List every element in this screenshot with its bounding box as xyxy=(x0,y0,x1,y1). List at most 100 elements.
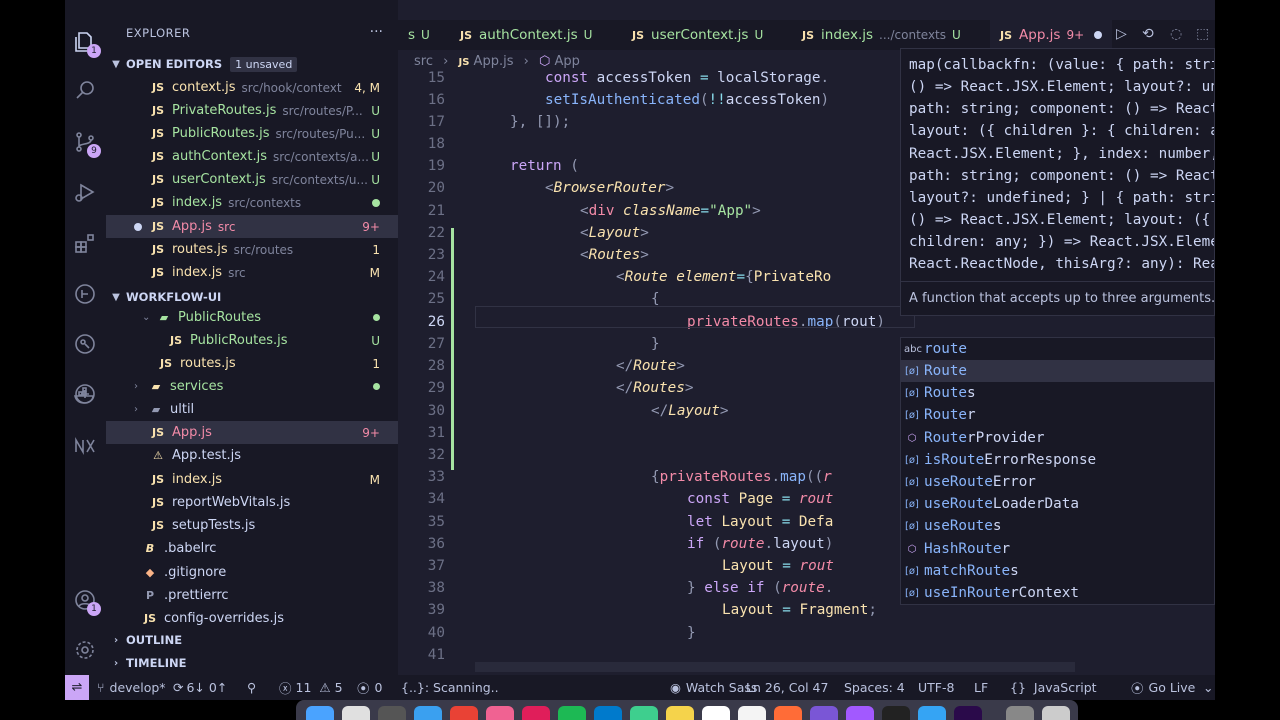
tree-file[interactable]: ◆ .gitignore xyxy=(106,561,398,584)
figma-icon[interactable] xyxy=(846,706,874,720)
slack-icon[interactable] xyxy=(522,706,550,720)
run-debug-icon[interactable] xyxy=(71,178,99,206)
open-editor-item[interactable]: JS PublicRoutes.js src/routes/Pu... U xyxy=(106,122,398,145)
suggestion-item[interactable]: [ø] isRouteErrorResponse react-ro xyxy=(901,449,1214,471)
suggestion-item-selected[interactable]: [ø] Route xyxy=(901,360,1214,382)
suggestion-item[interactable]: [ø] Router react-ro xyxy=(901,404,1214,426)
indentation[interactable]: Spaces: 4 xyxy=(844,675,905,700)
safari-icon[interactable] xyxy=(414,706,442,720)
open-editor-item[interactable]: JS userContext.js src/contexts/u... U xyxy=(106,168,398,191)
chrome-icon[interactable] xyxy=(450,706,478,720)
tree-folder[interactable]: › ▰ services xyxy=(106,375,398,398)
postman-icon[interactable] xyxy=(774,706,802,720)
suggestion-item[interactable]: abc route xyxy=(901,338,1214,360)
tree-file[interactable]: B .babelrc xyxy=(106,537,398,560)
photos-icon[interactable] xyxy=(486,706,514,720)
tree-file[interactable]: JS setupTests.js xyxy=(106,514,398,537)
remote-explorer-icon[interactable] xyxy=(71,330,99,358)
encoding[interactable]: UTF-8 xyxy=(918,675,954,700)
suggestion-item[interactable]: ⬡ RouterProvider react-ro xyxy=(901,427,1214,449)
terminal-icon[interactable] xyxy=(882,706,910,720)
open-editor-item[interactable]: JS index.js src M xyxy=(106,261,398,284)
remote-indicator-icon[interactable]: ⇌ xyxy=(65,675,89,700)
open-editor-item[interactable]: JS routes.js src/routes 1 xyxy=(106,238,398,261)
unsaved-dot-icon[interactable] xyxy=(134,222,142,231)
tree-file[interactable]: P .prettierrc xyxy=(106,584,398,607)
breadcrumb-symbol[interactable]: App xyxy=(554,54,579,69)
suggestion-item[interactable]: [ø] useRouteError react-ro xyxy=(901,471,1214,493)
tree-file[interactable]: JS PublicRoutes.js U xyxy=(106,329,398,352)
search-icon[interactable] xyxy=(71,76,99,104)
app-icon[interactable] xyxy=(918,706,946,720)
workspace-header[interactable]: ▼ WORKFLOW-UI xyxy=(106,286,398,308)
git-graph-icon[interactable] xyxy=(71,280,99,308)
tab-partial[interactable]: s U xyxy=(398,20,440,50)
cursor-position[interactable]: Ln 26, Col 47 xyxy=(746,675,828,700)
problems-indicator[interactable]: ⓧ 11 ⚠ 5 xyxy=(279,675,343,700)
tree-file[interactable]: JS index.js M xyxy=(106,468,398,491)
tree-file[interactable]: JS routes.js 1 xyxy=(106,352,398,375)
launchpad-icon[interactable] xyxy=(342,706,370,720)
source-control-icon[interactable]: 9 xyxy=(71,128,101,158)
run-icon[interactable]: ▷ xyxy=(1116,26,1127,42)
tab-authcontext[interactable]: JS authContext.js U xyxy=(450,20,602,50)
reminders-icon[interactable] xyxy=(702,706,730,720)
settings-gear-icon[interactable] xyxy=(71,636,99,664)
premiere-icon[interactable] xyxy=(954,706,982,720)
notes-icon[interactable] xyxy=(666,706,694,720)
unsaved-dot-icon[interactable] xyxy=(1094,31,1103,39)
breadcrumb-src[interactable]: src xyxy=(414,54,433,69)
outline-header[interactable]: › OUTLINE xyxy=(106,629,398,651)
account-icon[interactable]: 1 xyxy=(71,586,101,616)
settings-icon[interactable] xyxy=(378,706,406,720)
downloads-icon[interactable] xyxy=(1006,706,1034,720)
tab-index[interactable]: JS index.js .../contexts U xyxy=(792,20,971,50)
suggestion-item[interactable]: [ø] useRouteLoaderData react-ro xyxy=(901,493,1214,515)
go-live-button[interactable]: ⦿ Go Live xyxy=(1131,675,1195,700)
timeline-header[interactable]: › TIMELINE xyxy=(106,652,398,674)
tab-usercontext[interactable]: JS userContext.js U xyxy=(622,20,773,50)
split-icon[interactable]: ⬚ xyxy=(1196,26,1209,42)
scanning-status[interactable]: {..}: Scanning.. xyxy=(401,675,499,700)
notion-icon[interactable] xyxy=(738,706,766,720)
sync-indicator[interactable]: ⟳ 6↓ 0↑ xyxy=(173,675,227,700)
explorer-icon[interactable]: 1 xyxy=(71,28,101,58)
publish-icon[interactable]: ⚲ xyxy=(247,675,256,700)
docker-icon[interactable] xyxy=(71,382,99,410)
suggestion-item[interactable]: [ø] useInRouterContext react-ro xyxy=(901,582,1214,604)
suggestion-item[interactable]: ⬡ HashRouter react-ro xyxy=(901,538,1214,560)
open-editors-header[interactable]: ▼ OPEN EDITORS 1 unsaved xyxy=(106,53,398,75)
ports-indicator[interactable]: ⦿ 0 xyxy=(357,675,382,700)
end-of-line[interactable]: LF xyxy=(974,675,988,700)
suggestion-item[interactable]: [ø] matchRoutes react-ro xyxy=(901,560,1214,582)
tab-app[interactable]: JS App.js 9+ xyxy=(990,20,1113,50)
app-icon[interactable] xyxy=(630,706,658,720)
horizontal-scrollbar[interactable] xyxy=(475,662,1075,672)
open-editor-item[interactable]: JS authContext.js src/contexts/a... U xyxy=(106,145,398,168)
suggestion-item[interactable]: [ø] Routes xyxy=(901,382,1214,404)
tree-file-active[interactable]: JS App.js 9+ xyxy=(106,421,398,444)
spotify-icon[interactable] xyxy=(558,706,586,720)
tree-file[interactable]: JS config-overrides.js xyxy=(106,607,398,630)
watch-sass-button[interactable]: ◉ Watch Sass xyxy=(670,675,757,700)
finder-icon[interactable] xyxy=(306,706,334,720)
more-actions-icon[interactable]: ··· xyxy=(370,24,383,40)
breadcrumb-file[interactable]: App.js xyxy=(474,54,514,69)
open-editor-item[interactable]: JS PrivateRoutes.js src/routes/P... U xyxy=(106,99,398,122)
extensions-icon[interactable] xyxy=(71,230,99,258)
history-icon[interactable]: ⟲ xyxy=(1142,26,1154,42)
app-icon[interactable] xyxy=(810,706,838,720)
tree-file[interactable]: ⚠ App.test.js xyxy=(106,444,398,467)
branch-indicator[interactable]: ⑂ develop* xyxy=(97,675,166,700)
tree-folder[interactable]: › ▰ ultil xyxy=(106,398,398,421)
chevron-down-icon[interactable]: ⌄ xyxy=(1203,675,1213,700)
vscode-icon[interactable] xyxy=(594,706,622,720)
tree-folder[interactable]: ⌄ ▰ PublicRoutes xyxy=(106,306,398,329)
trash-icon[interactable] xyxy=(1042,706,1070,720)
open-editor-item[interactable]: JS index.js src/contexts xyxy=(106,191,398,214)
circle-icon[interactable]: ◌ xyxy=(1170,26,1182,42)
suggestion-item[interactable]: [ø] useRoutes react-ro xyxy=(901,515,1214,537)
open-editor-item[interactable]: JS context.js src/hook/context 4, M xyxy=(106,76,398,99)
tree-file[interactable]: JS reportWebVitals.js xyxy=(106,491,398,514)
open-editor-item-active[interactable]: JS App.js src 9+ xyxy=(106,215,398,238)
